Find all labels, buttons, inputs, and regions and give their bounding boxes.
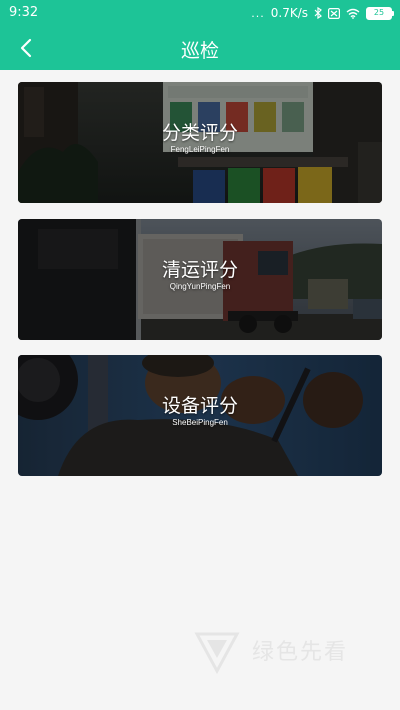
bluetooth-icon: [314, 7, 322, 19]
card-subtitle: FengLeiPingFen: [170, 145, 230, 154]
card-text: 设备评分 SheBeiPingFen: [18, 395, 382, 429]
watermark-logo-icon: [194, 632, 240, 675]
wifi-icon: [346, 8, 360, 19]
app-bar: 巡检: [0, 26, 400, 70]
sim-off-icon: [328, 7, 340, 19]
page-title: 巡检: [180, 40, 219, 62]
card-title: 设备评分: [161, 395, 238, 417]
card-subtitle: QingYunPingFen: [169, 282, 231, 291]
network-speed: 0.7K/s: [270, 6, 308, 20]
battery-icon: 25: [366, 6, 394, 20]
battery-level: 25: [373, 8, 385, 17]
watermark-text: 绿色先看: [252, 640, 349, 665]
card-equipment-score[interactable]: 设备评分 SheBeiPingFen: [18, 355, 382, 476]
watermark: 绿色先看: [192, 626, 392, 686]
status-time: 9:32: [9, 5, 39, 20]
status-bar: 9:32 ... 0.7K/s 25: [0, 0, 400, 26]
status-icons: ... 0.7K/s 25: [251, 4, 394, 22]
card-title: 分类评分: [161, 122, 238, 144]
status-dots: ...: [251, 6, 265, 20]
card-text: 分类评分 FengLeiPingFen: [18, 122, 382, 156]
card-text: 清运评分 QingYunPingFen: [18, 259, 382, 293]
card-title: 清运评分: [161, 259, 238, 281]
card-subtitle: SheBeiPingFen: [172, 418, 228, 427]
card-classification-score[interactable]: 分类评分 FengLeiPingFen: [18, 82, 382, 203]
card-transport-score[interactable]: 清运评分 QingYunPingFen: [18, 219, 382, 340]
